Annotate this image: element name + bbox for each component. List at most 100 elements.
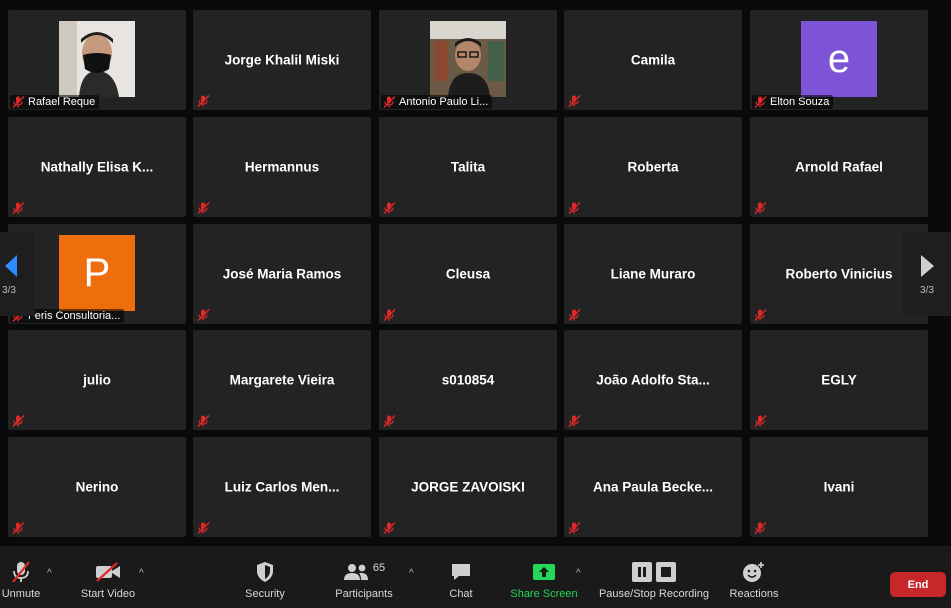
muted-mic-icon xyxy=(568,94,581,107)
muted-mic-icon xyxy=(568,201,581,214)
participant-video xyxy=(59,21,135,97)
participant-label: Rafael Reque xyxy=(10,95,100,109)
participants-label: Participants xyxy=(335,588,393,600)
participant-tile[interactable]: Cleusa xyxy=(379,224,557,324)
muted-mic-icon xyxy=(754,308,767,321)
participant-tile[interactable]: Margarete Vieira xyxy=(193,330,371,430)
participant-name: Antonio Paulo Li... xyxy=(399,96,489,108)
participant-tile[interactable]: Ana Paula Becke... xyxy=(564,437,742,537)
share-options-caret[interactable]: ^ xyxy=(576,568,581,579)
participant-name: Nathally Elisa K... xyxy=(40,159,154,175)
participant-name: João Adolfo Sta... xyxy=(596,372,710,388)
participant-name: Feris Consultoria... xyxy=(28,310,121,322)
participant-name: Rafael Reque xyxy=(28,96,96,108)
shield-icon xyxy=(257,562,273,582)
participant-name: Margarete Vieira xyxy=(229,372,335,388)
participant-name: Elton Souza xyxy=(770,96,830,108)
participant-name: Roberto Vinicius xyxy=(785,266,893,282)
muted-mic-icon xyxy=(197,308,210,321)
chat-bubble-icon xyxy=(452,564,470,580)
participant-tile[interactable]: Rafael Reque xyxy=(8,10,186,110)
muted-mic-icon xyxy=(383,414,396,427)
muted-mic-icon xyxy=(568,308,581,321)
unmute-button[interactable]: Unmute xyxy=(0,560,42,600)
participants-options-caret[interactable]: ^ xyxy=(409,568,414,579)
chat-label: Chat xyxy=(449,588,473,600)
participant-name: Nerino xyxy=(75,479,119,495)
muted-mic-icon xyxy=(754,414,767,427)
participant-name: julio xyxy=(83,372,111,388)
participant-tile[interactable]: Antonio Paulo Li... xyxy=(379,10,557,110)
muted-mic-icon xyxy=(383,96,396,108)
participant-tile[interactable]: s010854 xyxy=(379,330,557,430)
muted-mic-icon xyxy=(754,521,767,534)
security-label: Security xyxy=(245,588,285,600)
participant-tile[interactable]: JORGE ZAVOISKI xyxy=(379,437,557,537)
next-page-button[interactable]: 3/3 xyxy=(903,232,951,316)
chat-button[interactable]: Chat xyxy=(440,560,482,600)
participant-tile[interactable]: EGLY xyxy=(750,330,928,430)
gallery-grid: Rafael Reque Jorge Khalil Miski Antonio Pa… xyxy=(0,0,951,546)
participant-name: Liane Muraro xyxy=(610,266,696,282)
participant-tile[interactable]: Camila xyxy=(564,10,742,110)
participant-name: Ivani xyxy=(823,479,855,495)
security-button[interactable]: Security xyxy=(236,560,294,600)
muted-mic-icon xyxy=(383,521,396,534)
next-page-label: 3/3 xyxy=(920,284,934,296)
participant-name: Roberta xyxy=(627,159,679,175)
participant-tile[interactable]: julio xyxy=(8,330,186,430)
reactions-button[interactable]: Reactions xyxy=(726,560,782,600)
participant-label: Elton Souza xyxy=(752,95,834,109)
arrow-right-icon xyxy=(921,254,934,277)
muted-mic-icon xyxy=(568,521,581,534)
participant-name: Hermannus xyxy=(244,159,320,175)
muted-mic-icon xyxy=(754,201,767,214)
participant-name: Jorge Khalil Miski xyxy=(224,52,340,68)
share-screen-icon xyxy=(533,564,555,580)
participant-name: Talita xyxy=(450,159,486,175)
participant-tile[interactable]: José Maria Ramos xyxy=(193,224,371,324)
participants-button[interactable]: 65 Participants xyxy=(328,560,400,600)
participant-tile[interactable]: Jorge Khalil Miski xyxy=(193,10,371,110)
muted-mic-icon xyxy=(754,96,767,108)
participant-name: EGLY xyxy=(821,372,857,388)
muted-mic-icon xyxy=(197,414,210,427)
recording-button[interactable]: Pause/Stop Recording xyxy=(594,560,714,600)
participant-tile[interactable]: Nathally Elisa K... xyxy=(8,117,186,217)
participant-tile[interactable]: Liane Muraro xyxy=(564,224,742,324)
video-camera-off-icon xyxy=(96,562,120,582)
start-video-button[interactable]: Start Video xyxy=(74,560,142,600)
recording-label: Pause/Stop Recording xyxy=(598,588,710,600)
participant-tile[interactable]: João Adolfo Sta... xyxy=(564,330,742,430)
participant-name: Arnold Rafael xyxy=(795,159,883,175)
reactions-label: Reactions xyxy=(729,588,779,600)
participant-tile[interactable]: Hermannus xyxy=(193,117,371,217)
participant-tile[interactable]: Talita xyxy=(379,117,557,217)
end-meeting-button[interactable]: End xyxy=(890,572,946,597)
share-screen-label: Share Screen xyxy=(510,588,578,600)
unmute-label: Unmute xyxy=(1,588,41,600)
participant-name: José Maria Ramos xyxy=(222,266,342,282)
muted-mic-icon xyxy=(12,521,25,534)
prev-page-label: 3/3 xyxy=(2,284,16,296)
participant-avatar: P xyxy=(59,235,135,311)
participant-name: Ana Paula Becke... xyxy=(592,479,714,495)
participant-tile[interactable]: Luiz Carlos Men... xyxy=(193,437,371,537)
participant-tile[interactable]: Ivani xyxy=(750,437,928,537)
emoji-plus-icon xyxy=(743,562,764,582)
share-screen-button[interactable]: Share Screen xyxy=(508,560,580,600)
prev-page-button[interactable]: 3/3 xyxy=(0,232,34,316)
video-options-caret[interactable]: ^ xyxy=(139,568,144,579)
start-video-label: Start Video xyxy=(80,588,136,600)
participant-tile[interactable]: P Feris Consultoria... xyxy=(8,224,186,324)
muted-mic-icon xyxy=(383,201,396,214)
participant-tile[interactable]: Nerino xyxy=(8,437,186,537)
muted-mic-icon xyxy=(197,94,210,107)
participant-tile[interactable]: Roberta xyxy=(564,117,742,217)
participant-tile[interactable]: e Elton Souza xyxy=(750,10,928,110)
muted-mic-icon xyxy=(568,414,581,427)
muted-mic-icon xyxy=(12,201,25,214)
participant-tile[interactable]: Arnold Rafael xyxy=(750,117,928,217)
participant-tile[interactable]: Roberto Vinicius xyxy=(750,224,928,324)
audio-options-caret[interactable]: ^ xyxy=(47,568,52,579)
